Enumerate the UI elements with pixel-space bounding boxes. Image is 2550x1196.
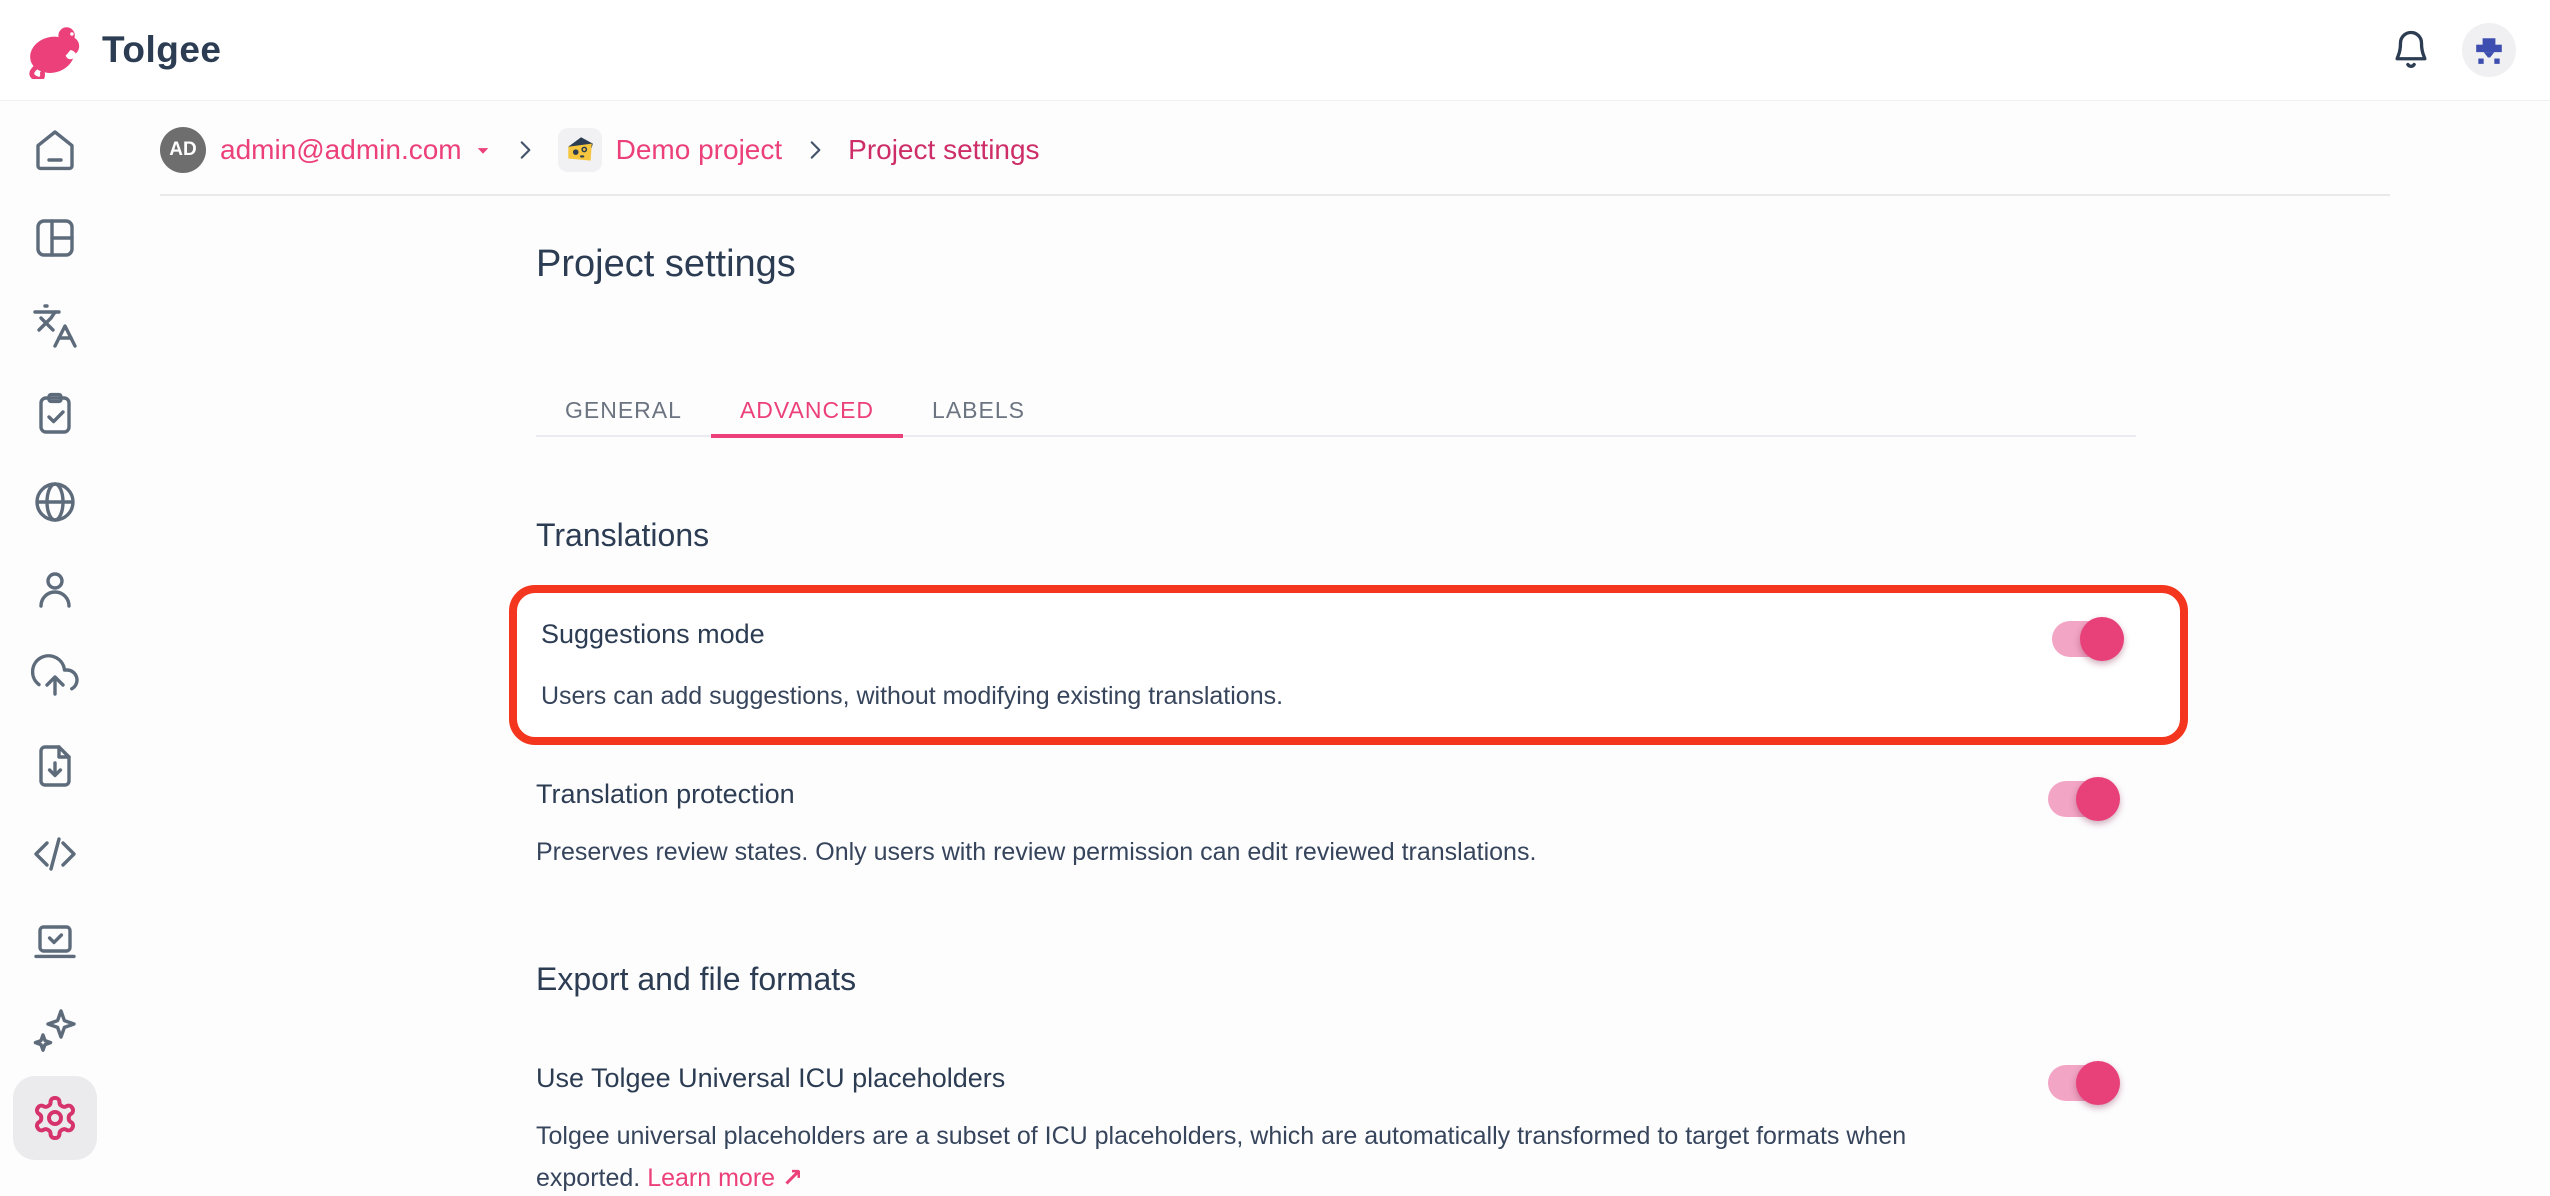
- export-file-download-icon: [31, 742, 79, 790]
- settings-gear-icon: [31, 1094, 79, 1142]
- setting-row-suggestions-mode: Suggestions mode Users can add suggestio…: [541, 617, 2140, 717]
- breadcrumb-user-email: admin@admin.com: [220, 134, 462, 166]
- tab-labels[interactable]: LABELS: [903, 382, 1054, 438]
- project-avatar: [558, 128, 602, 172]
- icu-placeholders-description: Tolgee universal placeholders are a subs…: [536, 1115, 1966, 1196]
- integrations-laptop-check-icon: [31, 918, 79, 966]
- notifications-button[interactable]: [2390, 29, 2432, 71]
- dashboard-icon: [31, 214, 79, 262]
- suggestions-mode-highlight-box: Suggestions mode Users can add suggestio…: [509, 585, 2188, 745]
- tab-advanced[interactable]: ADVANCED: [711, 382, 903, 438]
- setting-row-icu-placeholders: Use Tolgee Universal ICU placeholders To…: [536, 1061, 2136, 1196]
- suggestions-mode-description: Users can add suggestions, without modif…: [541, 675, 1971, 717]
- section-title-export: Export and file formats: [536, 959, 2136, 999]
- sidebar-item-import[interactable]: [13, 636, 97, 720]
- top-bar: Tolgee: [0, 0, 2550, 100]
- logo-text: Tolgee: [102, 29, 222, 71]
- toggle-knob: [2076, 1061, 2120, 1105]
- sidebar-item-members[interactable]: [13, 548, 97, 632]
- sidebar-item-tasks[interactable]: [13, 372, 97, 456]
- tasks-clipboard-check-icon: [31, 390, 79, 438]
- breadcrumb-project-label: Demo project: [616, 134, 783, 166]
- home-icon: [31, 126, 79, 174]
- section-title-translations: Translations: [536, 515, 2136, 555]
- page-title: Project settings: [536, 242, 2136, 286]
- caret-down-icon: [474, 141, 492, 159]
- breadcrumb-divider: [160, 194, 2390, 196]
- sidebar: [0, 100, 110, 1196]
- translation-protection-description: Preserves review states. Only users with…: [536, 831, 1966, 873]
- toggle-knob: [2076, 777, 2120, 821]
- icu-placeholders-label: Use Tolgee Universal ICU placeholders: [536, 1061, 2008, 1095]
- sidebar-item-developer[interactable]: [13, 812, 97, 896]
- sidebar-item-translations[interactable]: [13, 284, 97, 368]
- icu-placeholders-toggle[interactable]: [2048, 1065, 2118, 1101]
- sidebar-item-dashboard[interactable]: [13, 196, 97, 280]
- tolgee-mouse-icon: [26, 21, 84, 79]
- learn-more-link[interactable]: Learn more ↗: [647, 1164, 803, 1192]
- translation-protection-toggle[interactable]: [2048, 781, 2118, 817]
- suggestions-mode-toggle[interactable]: [2052, 621, 2122, 657]
- pixel-identicon-avatar: [2462, 23, 2516, 77]
- suggestions-mode-label: Suggestions mode: [541, 617, 2012, 651]
- user-avatar-button[interactable]: [2462, 23, 2516, 77]
- user-initials-avatar[interactable]: AD: [160, 127, 206, 173]
- sidebar-item-export[interactable]: [13, 724, 97, 808]
- tolgee-logo[interactable]: Tolgee: [26, 21, 222, 79]
- import-cloud-upload-icon: [31, 654, 79, 702]
- bell-icon: [2390, 29, 2432, 71]
- developer-code-icon: [31, 830, 79, 878]
- toggle-knob: [2080, 617, 2124, 661]
- sidebar-item-settings[interactable]: [13, 1076, 97, 1160]
- breadcrumb-project[interactable]: Demo project: [616, 134, 783, 166]
- learn-more-label: Learn more: [647, 1164, 775, 1192]
- breadcrumb: AD admin@admin.com Demo: [160, 126, 2550, 174]
- external-link-arrow-icon: ↗: [782, 1164, 803, 1192]
- chevron-right-icon: [512, 137, 538, 163]
- tab-general[interactable]: GENERAL: [536, 382, 711, 438]
- chevron-right-icon: [802, 137, 828, 163]
- breadcrumb-current-page: Project settings: [848, 134, 1039, 166]
- tab-bar: GENERAL ADVANCED LABELS: [536, 382, 2136, 437]
- setting-row-translation-protection: Translation protection Preserves review …: [536, 777, 2136, 873]
- sidebar-item-home[interactable]: [13, 108, 97, 192]
- ai-sparkles-icon: [31, 1006, 79, 1054]
- sidebar-item-integrations[interactable]: [13, 900, 97, 984]
- breadcrumb-user-menu[interactable]: admin@admin.com: [220, 134, 492, 166]
- translate-icon: [31, 302, 79, 350]
- sidebar-item-ai[interactable]: [13, 988, 97, 1072]
- sidebar-item-languages[interactable]: [13, 460, 97, 544]
- members-icon: [31, 566, 79, 614]
- globe-icon: [31, 478, 79, 526]
- translation-protection-label: Translation protection: [536, 777, 2008, 811]
